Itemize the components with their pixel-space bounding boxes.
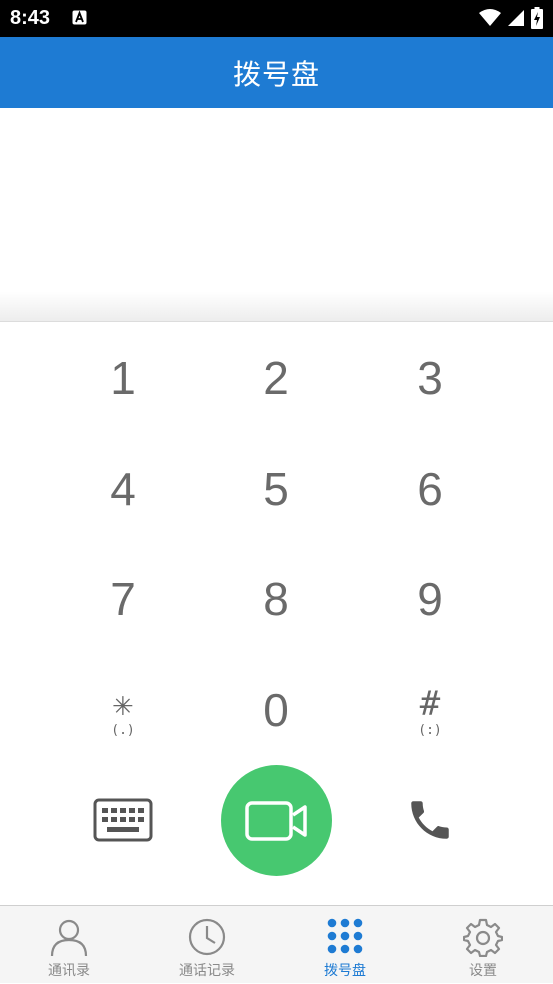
- key-subtext: (:): [418, 722, 442, 738]
- key-6[interactable]: 6: [365, 439, 495, 539]
- key-digit: 0: [263, 684, 289, 736]
- app-bar: 拨号盘: [0, 37, 553, 108]
- key-digit: 7: [110, 573, 136, 625]
- gear-icon: [463, 918, 503, 957]
- nav-item-settings[interactable]: 设置: [414, 906, 552, 984]
- clock-icon: [188, 918, 226, 956]
- nav-item-contacts[interactable]: 通讯录: [0, 906, 138, 984]
- key-digit: 3: [417, 352, 443, 404]
- key-8[interactable]: 8: [211, 549, 341, 649]
- signal-icon: [508, 10, 524, 26]
- key-symbol: ✳: [112, 683, 134, 724]
- key-3[interactable]: 3: [365, 328, 495, 428]
- key-hash[interactable]: # (:): [365, 662, 495, 762]
- nav-label: 拨号盘: [324, 963, 366, 979]
- nav-item-dialpad[interactable]: 拨号盘: [276, 906, 414, 984]
- key-2[interactable]: 2: [211, 328, 341, 428]
- status-time: 8:43: [10, 7, 51, 29]
- video-call-button[interactable]: [221, 765, 332, 876]
- number-display: [0, 108, 553, 321]
- nav-item-call-log[interactable]: 通话记录: [138, 906, 276, 984]
- keyboard-button[interactable]: [88, 792, 158, 848]
- keyboard-icon: [93, 798, 153, 842]
- key-5[interactable]: 5: [211, 439, 341, 539]
- phone-icon: [411, 801, 449, 839]
- key-star[interactable]: ✳ (.): [58, 662, 188, 762]
- key-1[interactable]: 1: [58, 328, 188, 428]
- key-9[interactable]: 9: [365, 549, 495, 649]
- key-digit: 2: [263, 352, 289, 404]
- nav-label: 通话记录: [179, 963, 235, 979]
- video-call-icon: [244, 800, 307, 841]
- key-digit: 6: [417, 463, 443, 515]
- key-digit: 9: [417, 573, 443, 625]
- key-digit: 5: [263, 463, 289, 515]
- key-subtext: (.): [111, 722, 135, 738]
- dialpad-icon: [327, 918, 363, 954]
- key-symbol: #: [419, 683, 441, 724]
- contacts-icon: [50, 919, 88, 957]
- key-0[interactable]: 0: [211, 660, 341, 760]
- status-bar: 8:43: [0, 0, 553, 37]
- nav-label: 设置: [469, 963, 497, 979]
- key-digit: 8: [263, 573, 289, 625]
- page-title: 拨号盘: [232, 57, 320, 91]
- wifi-icon: [479, 9, 501, 26]
- voice-call-button[interactable]: [400, 792, 460, 848]
- key-4[interactable]: 4: [58, 439, 188, 539]
- battery-charging-icon: [531, 7, 543, 29]
- bottom-navigation: 通讯录 通话记录 拨号盘 设置: [0, 905, 553, 983]
- a-letter-icon: [72, 10, 87, 25]
- key-digit: 1: [110, 352, 136, 404]
- nav-label: 通讯录: [48, 963, 90, 979]
- key-7[interactable]: 7: [58, 549, 188, 649]
- status-icons: [479, 7, 543, 29]
- key-digit: 4: [110, 463, 136, 515]
- dialpad: 1 2 3 4 5 6 7 8 9 ✳ (.) 0 # (:): [0, 321, 553, 905]
